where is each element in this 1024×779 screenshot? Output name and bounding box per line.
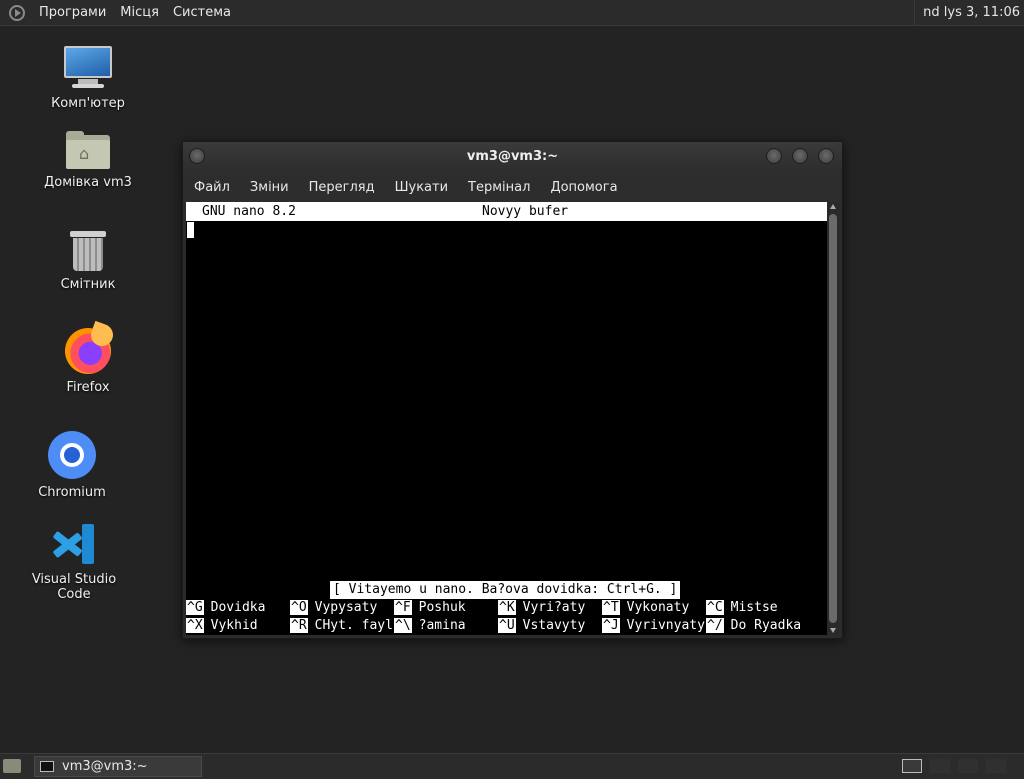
shortcut-row-1: ^G Dovidka ^O Vypysaty ^F Poshuk ^K Vyri?aty… bbox=[186, 599, 827, 617]
shortcut-item: ^K Vyri?aty bbox=[498, 599, 585, 617]
shortcut-label: Vykhid bbox=[210, 618, 258, 633]
applications-menu-icon[interactable] bbox=[9, 4, 25, 21]
shortcut-label: Dovidka bbox=[210, 600, 266, 615]
shortcut-label: Poshuk bbox=[418, 600, 466, 615]
terminal-window: vm3@vm3:~ Файл Зміни Перегляд Шукати Тер… bbox=[182, 141, 843, 639]
shortcut-label: Mistse bbox=[730, 600, 778, 615]
shortcut-item: ^X Vykhid bbox=[186, 617, 258, 635]
desktop-icon-firefox[interactable]: Firefox bbox=[28, 320, 148, 395]
desktop-icon-home[interactable]: ⌂ Домівка vm3 bbox=[28, 131, 148, 190]
taskbar-terminal-label: vm3@vm3:~ bbox=[62, 759, 148, 774]
home-folder-icon: ⌂ bbox=[66, 131, 110, 169]
desktop-icon-label: Visual Studio Code bbox=[31, 572, 117, 602]
shortcut-item: ^\ ?amina bbox=[394, 617, 466, 635]
terminal-scrollbar[interactable] bbox=[827, 202, 839, 635]
terminal-menubar: Файл Зміни Перегляд Шукати Термінал Допо… bbox=[183, 172, 842, 202]
shortcut-label: ?amina bbox=[418, 618, 466, 633]
clock[interactable]: nd lys 3, 11:06 bbox=[914, 0, 1024, 25]
workspace-4[interactable] bbox=[986, 759, 1006, 773]
nano-version: GNU nano 8.2 bbox=[202, 204, 296, 219]
computer-icon bbox=[64, 46, 112, 90]
shortcut-key: ^F bbox=[394, 600, 412, 615]
menu-help[interactable]: Допомога bbox=[550, 180, 617, 195]
shortcut-item: ^T Vykonaty bbox=[602, 599, 689, 617]
shortcut-key: ^U bbox=[498, 618, 516, 633]
shortcut-key: ^G bbox=[186, 600, 204, 615]
scrollbar-thumb[interactable] bbox=[829, 214, 837, 623]
shortcut-item: ^R CHyt. fayl bbox=[290, 617, 393, 635]
vscode-icon bbox=[52, 522, 96, 566]
shortcut-key: ^X bbox=[186, 618, 204, 633]
terminal-icon bbox=[40, 761, 54, 772]
maximize-icon[interactable] bbox=[792, 148, 808, 164]
desktop-icon-label: Chromium bbox=[38, 485, 106, 500]
shortcut-key: ^\ bbox=[394, 618, 412, 633]
desktop-icon-label: Firefox bbox=[66, 380, 110, 395]
menu-programs[interactable]: Програми bbox=[39, 5, 106, 20]
menu-view[interactable]: Перегляд bbox=[309, 180, 375, 195]
shortcut-label: Vykonaty bbox=[626, 600, 690, 615]
desktop-icon-computer[interactable]: Комп'ютер bbox=[28, 46, 148, 111]
chromium-icon bbox=[48, 431, 96, 479]
menu-places[interactable]: Місця bbox=[120, 5, 159, 20]
trash-icon bbox=[70, 231, 106, 271]
shortcut-label: Vstavyty bbox=[522, 618, 586, 633]
shortcut-key: ^O bbox=[290, 600, 308, 615]
shortcut-item: ^J Vyrivnyaty bbox=[602, 617, 705, 635]
desktop-icon-trash[interactable]: Смітник bbox=[28, 231, 148, 292]
shortcut-item: ^/ Do Ryadka bbox=[706, 617, 801, 635]
menu-system[interactable]: Система bbox=[173, 5, 231, 20]
bottom-panel: vm3@vm3:~ bbox=[0, 753, 1024, 779]
workspace-1[interactable] bbox=[902, 759, 922, 773]
desktop-icon-vscode[interactable]: Visual Studio Code bbox=[14, 522, 134, 602]
firefox-icon bbox=[65, 320, 117, 374]
top-panel: Програми Місця Система nd lys 3, 11:06 bbox=[0, 0, 1024, 26]
desktop-icon-label: Домівка vm3 bbox=[44, 175, 132, 190]
shortcut-item: ^O Vypysaty bbox=[290, 599, 377, 617]
workspace-3[interactable] bbox=[958, 759, 978, 773]
desktop-icon-chromium[interactable]: Chromium bbox=[12, 431, 132, 500]
shortcut-key: ^C bbox=[706, 600, 724, 615]
text-cursor bbox=[187, 222, 194, 238]
shortcut-item: ^F Poshuk bbox=[394, 599, 466, 617]
scroll-up-icon[interactable] bbox=[830, 204, 836, 209]
show-desktop-icon[interactable] bbox=[3, 759, 21, 773]
shortcut-key: ^K bbox=[498, 600, 516, 615]
shortcut-label: Do Ryadka bbox=[730, 618, 802, 633]
shortcut-item: ^G Dovidka bbox=[186, 599, 265, 617]
shortcut-key: ^/ bbox=[706, 618, 724, 633]
shortcut-item: ^U Vstavyty bbox=[498, 617, 585, 635]
close-icon[interactable] bbox=[818, 148, 834, 164]
shortcut-label: Vyrivnyaty bbox=[626, 618, 705, 633]
terminal-area[interactable]: GNU nano 8.2 Novyy bufer [ Vitayemo u na… bbox=[186, 202, 827, 635]
shortcut-row-2: ^X Vykhid ^R CHyt. fayl ^\ ?amina ^U Vstavyt… bbox=[186, 617, 827, 635]
scroll-down-icon[interactable] bbox=[830, 628, 836, 633]
shortcut-label: Vyri?aty bbox=[522, 600, 586, 615]
menu-file[interactable]: Файл bbox=[194, 180, 230, 195]
shortcut-key: ^T bbox=[602, 600, 620, 615]
menu-terminal[interactable]: Термінал bbox=[468, 180, 530, 195]
workspace-2[interactable] bbox=[930, 759, 950, 773]
shortcut-label: Vypysaty bbox=[314, 600, 378, 615]
window-titlebar[interactable]: vm3@vm3:~ bbox=[183, 142, 842, 172]
nano-status-message: [ Vitayemo u nano. Ba?ova dovidka: Ctrl+… bbox=[330, 581, 681, 599]
nano-buffer-name: Novyy bufer bbox=[482, 204, 569, 219]
desktop-icon-label: Комп'ютер bbox=[51, 96, 125, 111]
taskbar-terminal-button[interactable]: vm3@vm3:~ bbox=[34, 756, 202, 777]
minimize-icon[interactable] bbox=[766, 148, 782, 164]
window-title: vm3@vm3:~ bbox=[466, 149, 559, 164]
window-menu-icon[interactable] bbox=[189, 148, 205, 164]
shortcut-key: ^J bbox=[602, 618, 620, 633]
nano-header: GNU nano 8.2 Novyy bufer bbox=[186, 202, 827, 221]
desktop-icon-label: Смітник bbox=[60, 277, 116, 292]
shortcut-item: ^C Mistse bbox=[706, 599, 778, 617]
menu-search[interactable]: Шукати bbox=[395, 180, 448, 195]
shortcut-label: CHyt. fayl bbox=[314, 618, 393, 633]
shortcut-key: ^R bbox=[290, 618, 308, 633]
menu-edit[interactable]: Зміни bbox=[250, 180, 289, 195]
